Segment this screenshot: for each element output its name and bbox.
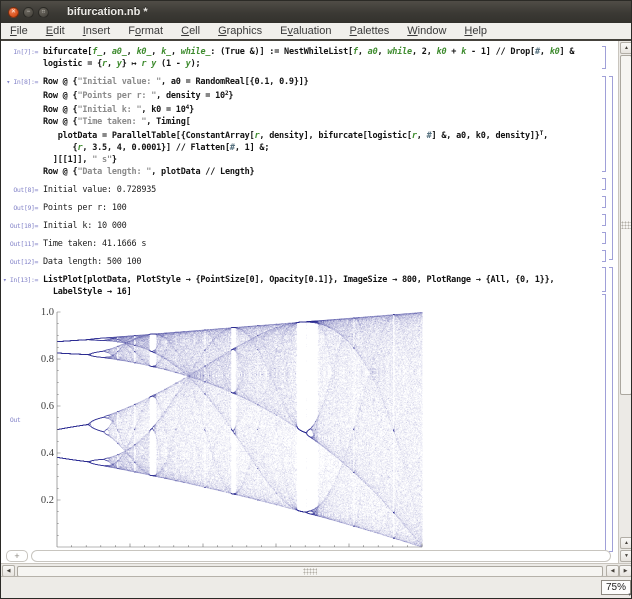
close-button[interactable]: ✕: [8, 7, 19, 18]
bifurcation-plot[interactable]: [21, 304, 435, 562]
scrollbar-grip: [303, 568, 317, 575]
cell-label: Out[8]=: [1, 186, 38, 194]
scroll-up-icon: ▲: [624, 46, 629, 51]
cell-bracket[interactable]: [602, 294, 606, 551]
output-cell: Out[11]= Time taken: 41.1666 s: [1, 238, 601, 250]
scroll-up-button[interactable]: ▲: [620, 42, 632, 54]
scroll-up-button-bottom[interactable]: ▲: [620, 537, 632, 549]
cell-label: Out[11]=: [1, 240, 38, 248]
cell-bracket[interactable]: [602, 250, 606, 262]
code-line[interactable]: logistic = {r, y} ↦ r y (1 - y);: [43, 58, 601, 70]
menu-cell[interactable]: Cell: [172, 24, 209, 39]
output-cell: Out[10]= Initial k: 10 000: [1, 220, 601, 232]
plot-cell: Out[13]=: [1, 304, 601, 562]
menu-graphics[interactable]: Graphics: [209, 24, 271, 39]
vertical-scrollbar[interactable]: ▲ ▲ ▼: [618, 41, 632, 563]
output-text: Initial value: 0.728935: [43, 184, 601, 196]
menu-insert[interactable]: Insert: [74, 24, 120, 39]
menu-window[interactable]: Window: [398, 24, 455, 39]
cell-label: Out[10]=: [1, 222, 38, 230]
cell-bracket[interactable]: [602, 232, 606, 244]
scroll-down-icon: ▼: [624, 554, 629, 559]
code-line[interactable]: Row @ {"Data length: ", plotData // Leng…: [43, 166, 601, 178]
magnification-caret-icon: ▾: [628, 593, 631, 598]
code-line[interactable]: plotData = ParallelTable[{ConstantArray[…: [43, 128, 601, 142]
input-cell[interactable]: ▾ In[13]:= ListPlot[plotData, PlotStyle →…: [1, 274, 601, 298]
input-cell[interactable]: ▾ In[8]:= Row @ {"Initial value: ", a0 = …: [1, 76, 601, 178]
code-line[interactable]: bifurcate[f_, a0_, k0_, k_, while_: (Tru…: [43, 46, 601, 58]
vertical-scrollbar-thumb[interactable]: [620, 55, 632, 395]
code-line[interactable]: Row @ {"Initial k: ", k0 = 104}: [43, 102, 601, 116]
magnification-value: 75%: [606, 582, 626, 593]
scroll-left-icon: ◀: [7, 569, 11, 574]
cell-group-bracket[interactable]: [609, 76, 613, 260]
notebook-cells: In[7]:= bifurcate[f_, a0_, k0_, k_, while…: [1, 41, 601, 563]
plus-icon: +: [14, 551, 19, 561]
menu-evaluation[interactable]: Evaluation: [271, 24, 340, 39]
code-line[interactable]: {r, 3.5, 4, 0.0001}] // Flatten[#, 1] &;: [43, 142, 601, 154]
notebook-bottom-bar[interactable]: [31, 550, 611, 562]
scroll-left-icon: ◀: [611, 569, 615, 574]
cell-bracket[interactable]: [602, 214, 606, 226]
code-line[interactable]: ListPlot[plotData, PlotStyle → {PointSiz…: [43, 274, 601, 286]
menu-edit[interactable]: Edit: [37, 24, 74, 39]
app-window: ✕ − □ bifurcation.nb * FileEditInsertFor…: [0, 0, 632, 599]
titlebar: ✕ − □ bifurcation.nb *: [1, 1, 631, 23]
maximize-icon: □: [42, 10, 45, 15]
cell-bracket[interactable]: [602, 46, 606, 69]
cell-bracket[interactable]: [602, 178, 606, 190]
code-line[interactable]: Row @ {"Points per r: ", density = 102}: [43, 88, 601, 102]
scrollbar-grip: [621, 221, 631, 229]
output-text: Time taken: 41.1666 s: [43, 238, 601, 250]
output-text: Initial k: 10 000: [43, 220, 601, 232]
statusbar: 75% ▾: [1, 576, 632, 598]
close-icon: ✕: [11, 9, 16, 15]
menu-file[interactable]: File: [1, 24, 37, 39]
output-cell: Out[9]= Points per r: 100: [1, 202, 601, 214]
scroll-right-icon: ▶: [624, 569, 628, 574]
code-line[interactable]: Row @ {"Time taken: ", Timing[: [43, 116, 601, 128]
cell-label: ▾ In[8]:=: [1, 78, 38, 86]
cell-bracket[interactable]: [602, 76, 606, 172]
menu-palettes[interactable]: Palettes: [341, 24, 399, 39]
cell-group-bracket[interactable]: [609, 267, 613, 552]
code-line[interactable]: ][[1]], " s"}: [43, 154, 601, 166]
scroll-up-icon: ▲: [624, 541, 629, 546]
output-text: Points per r: 100: [43, 202, 601, 214]
notebook-area[interactable]: In[7]:= bifurcate[f_, a0_, k0_, k_, while…: [1, 41, 632, 563]
menu-format[interactable]: Format: [119, 24, 172, 39]
minimize-icon: −: [27, 9, 31, 15]
input-cell[interactable]: In[7]:= bifurcate[f_, a0_, k0_, k_, while…: [1, 46, 601, 70]
code-line[interactable]: Row @ {"Initial value: ", a0 = RandomRea…: [43, 76, 601, 88]
magnification-control[interactable]: 75%: [601, 580, 631, 595]
cell-bracket[interactable]: [602, 267, 606, 292]
maximize-button[interactable]: □: [38, 7, 49, 18]
minimize-button[interactable]: −: [23, 7, 34, 18]
output-cell: Out[8]= Initial value: 0.728935: [1, 184, 601, 196]
cell-label: ▾ In[13]:=: [1, 276, 38, 284]
cell-label: In[7]:=: [1, 48, 38, 56]
cell-label: Out[12]=: [1, 258, 38, 266]
cell-label: Out[9]=: [1, 204, 38, 212]
menubar: FileEditInsertFormatCellGraphicsEvaluati…: [1, 23, 631, 39]
output-cell: Out[12]= Data length: 500 100: [1, 256, 601, 268]
cell-bracket[interactable]: [602, 196, 606, 208]
window-title: bifurcation.nb *: [67, 6, 148, 18]
insert-cell-plus-button[interactable]: +: [6, 550, 28, 562]
scroll-down-button[interactable]: ▼: [620, 550, 632, 562]
code-line[interactable]: LabelStyle → 16]: [43, 286, 601, 298]
output-text: Data length: 500 100: [43, 256, 601, 268]
menu-help[interactable]: Help: [455, 24, 496, 39]
